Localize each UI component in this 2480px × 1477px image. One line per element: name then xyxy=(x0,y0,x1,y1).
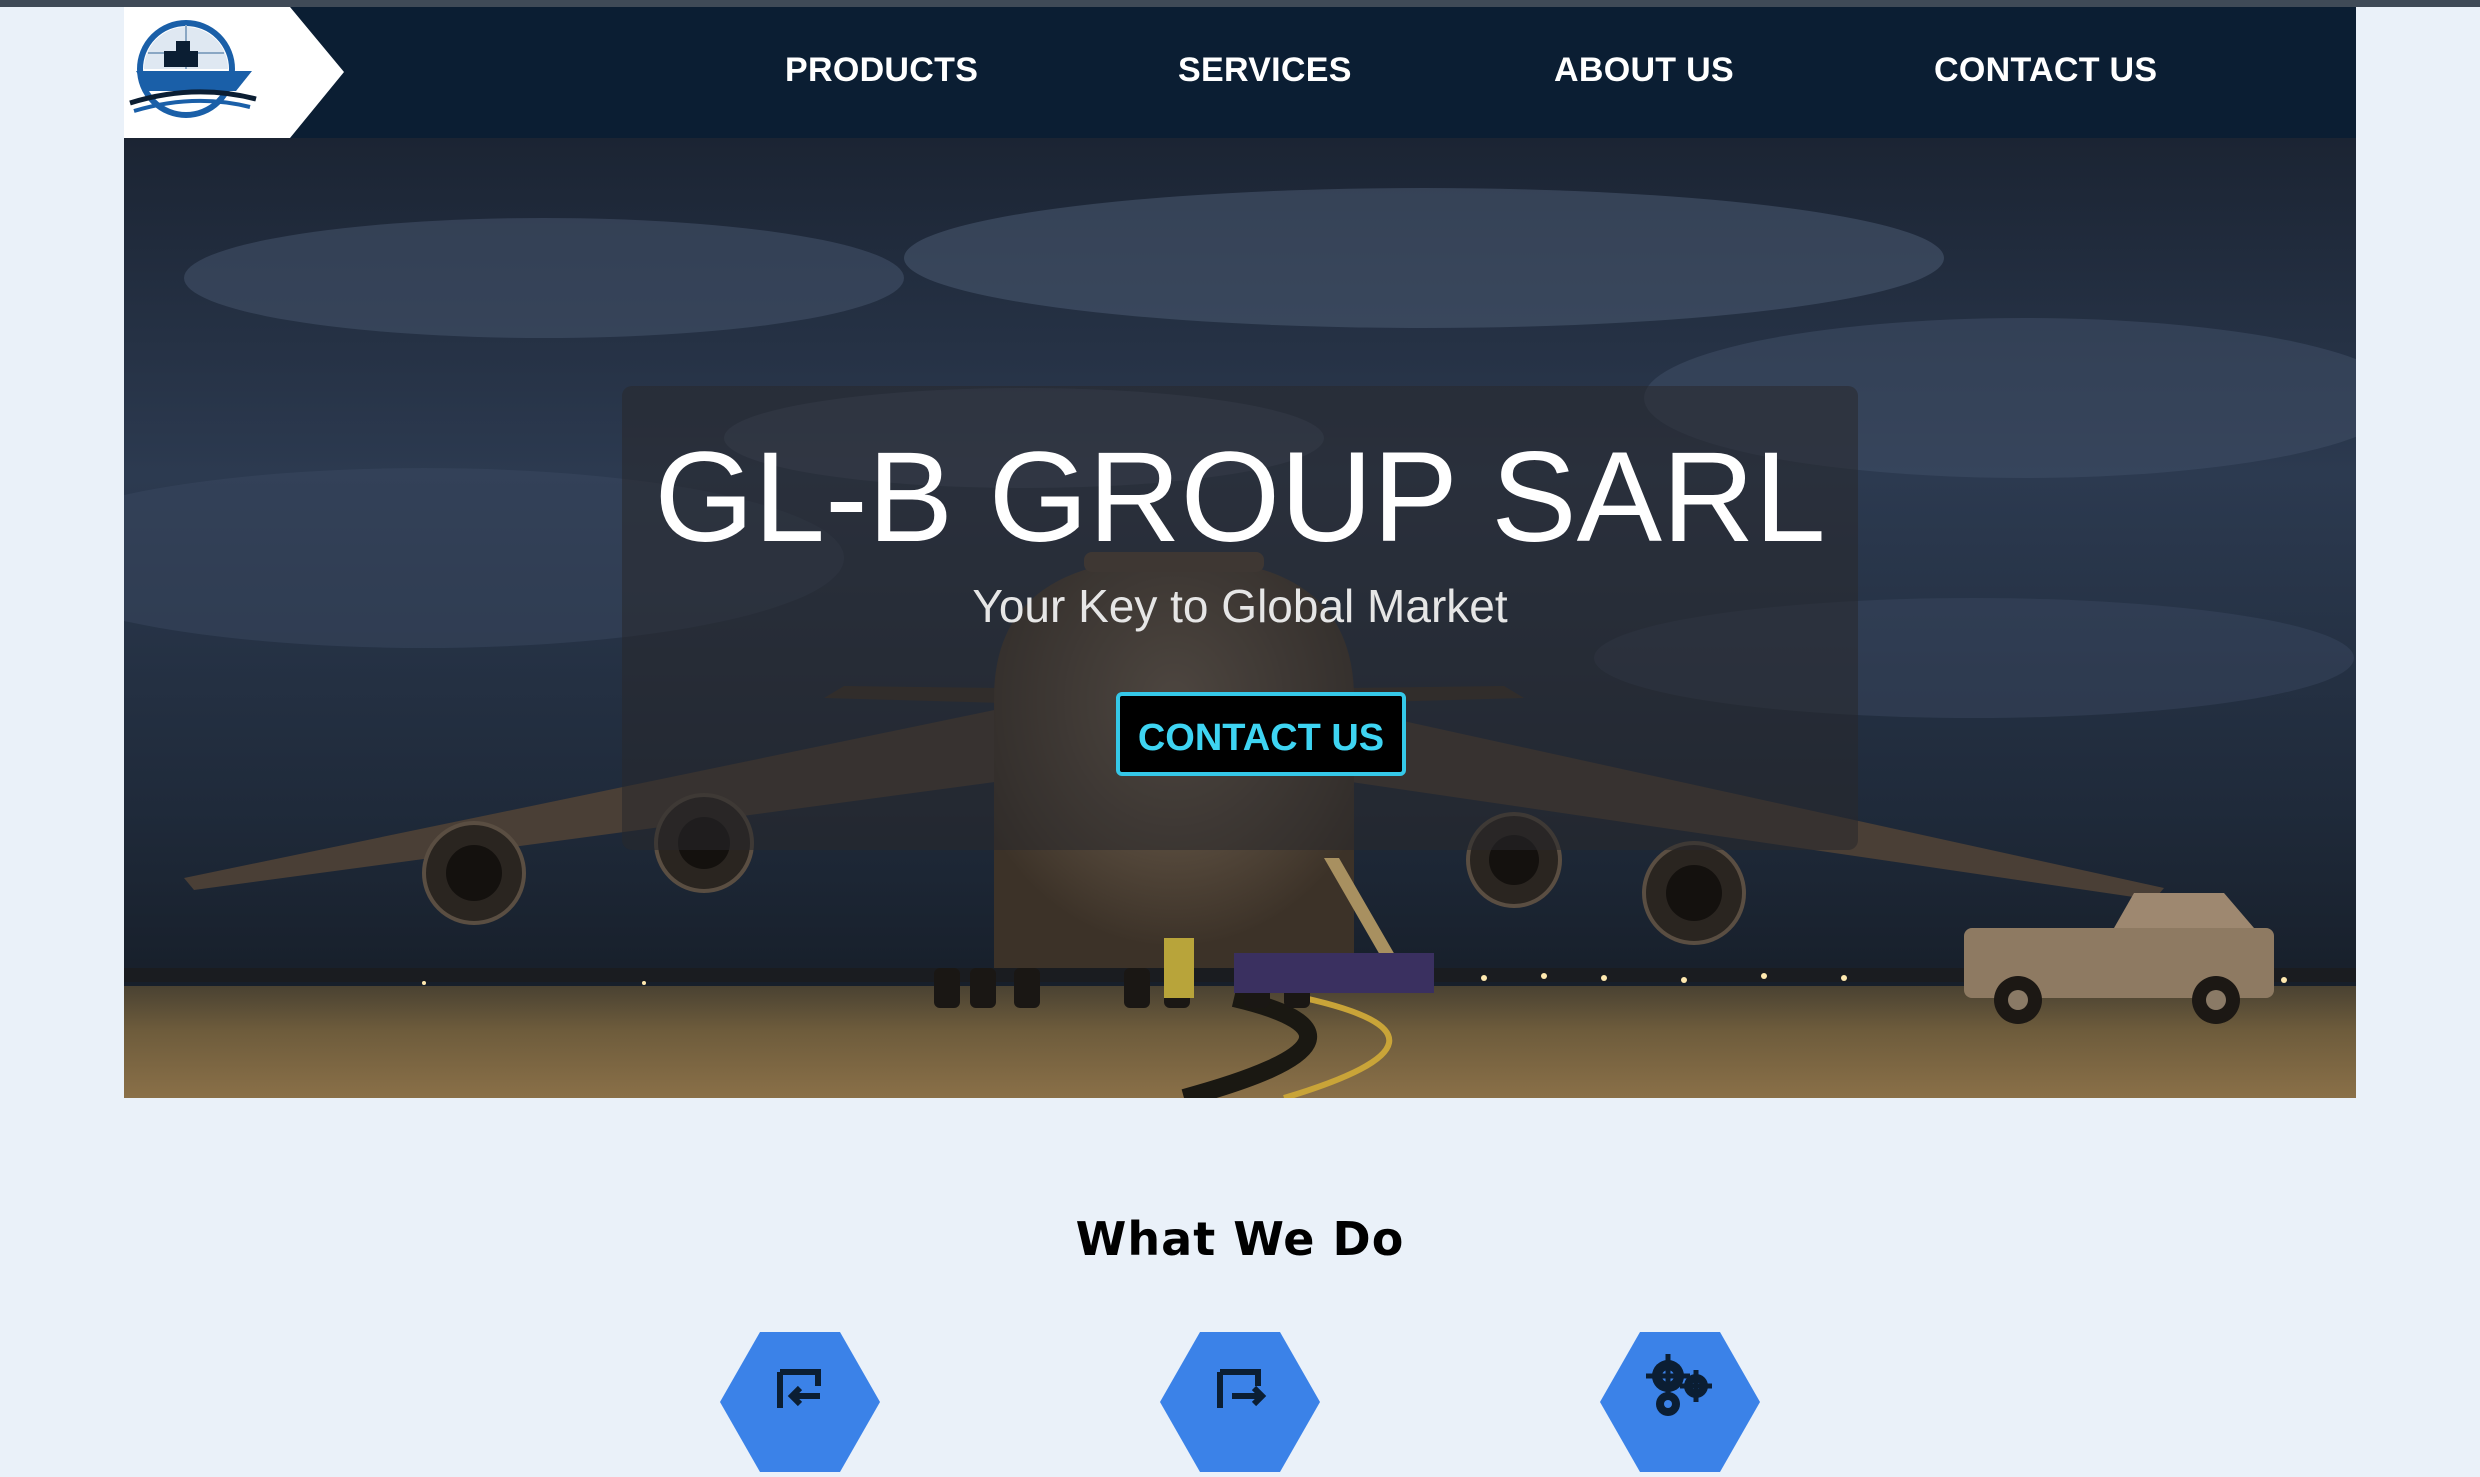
what-we-do-heading: What We Do xyxy=(1075,1212,1405,1266)
hero-banner: GL-B GROUP SARL Your Key to Global Marke… xyxy=(124,138,2356,1098)
nav-services[interactable]: SERVICES xyxy=(1178,51,1352,90)
nav-menu: PRODUCTS SERVICES ABOUT US CONTACT US xyxy=(124,7,2356,138)
export-icon[interactable] xyxy=(1160,1332,1320,1472)
hero-subtitle: Your Key to Global Market xyxy=(972,580,1508,632)
hero-overlay-panel: GL-B GROUP SARL Your Key to Global Marke… xyxy=(622,386,1858,850)
gears-icon[interactable] xyxy=(1600,1332,1760,1472)
hero-contact-button[interactable]: CONTACT US xyxy=(1116,692,1406,776)
nav-products[interactable]: PRODUCTS xyxy=(785,51,978,90)
nav-contact-us[interactable]: CONTACT US xyxy=(1934,51,2157,90)
nav-about-us[interactable]: ABOUT US xyxy=(1554,51,1734,90)
import-icon[interactable] xyxy=(720,1332,880,1472)
hero-title: GL-B GROUP SARL xyxy=(654,426,1826,569)
window-top-border xyxy=(0,0,2480,7)
navbar: PRODUCTS SERVICES ABOUT US CONTACT US xyxy=(124,7,2356,138)
